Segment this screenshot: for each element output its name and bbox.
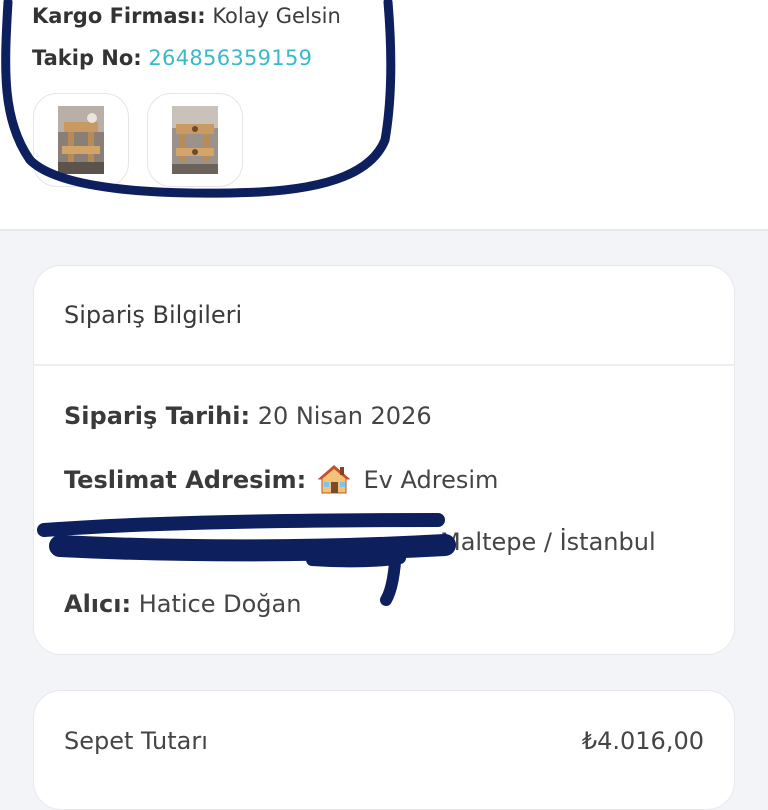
recipient-value: Hatice Doğan [138, 590, 302, 618]
section-divider [0, 229, 768, 231]
basket-total-row: Sepet Tutarı ₺4.016,00 [64, 727, 704, 755]
product-image-1 [58, 106, 104, 174]
address-line: Maltepe / İstanbul [440, 528, 656, 556]
address-line-text: Maltepe / İstanbul [440, 528, 656, 556]
order-info-card: Sipariş Bilgileri Sipariş Tarihi: 20 Nis… [33, 265, 735, 655]
recipient-row: Alıcı: Hatice Doğan [64, 590, 301, 618]
product-thumbnail-2[interactable] [147, 93, 243, 187]
product-thumbnail-1[interactable] [33, 93, 129, 187]
carrier-label: Kargo Firması: [32, 4, 206, 28]
product-image-2 [172, 106, 218, 174]
order-summary-card: Sepet Tutarı ₺4.016,00 [33, 690, 735, 810]
delivery-address-label: Teslimat Adresim: [64, 466, 307, 494]
tracking-label: Takip No: [32, 46, 142, 70]
shipment-section: Kargo Firması: Kolay Gelsin Takip No: 26… [0, 0, 768, 230]
order-info-title: Sipariş Bilgileri [34, 266, 734, 366]
order-date-value: 20 Nisan 2026 [257, 402, 432, 430]
delivery-address-name: Ev Adresim [363, 466, 499, 494]
order-date-row: Sipariş Tarihi: 20 Nisan 2026 [64, 402, 432, 430]
house-icon [317, 464, 351, 500]
basket-total-label: Sepet Tutarı [64, 727, 208, 755]
recipient-label: Alıcı: [64, 590, 132, 618]
delivery-address-row: Teslimat Adresim: Ev Adresim [64, 464, 498, 500]
carrier-row: Kargo Firması: Kolay Gelsin [32, 4, 341, 28]
order-date-label: Sipariş Tarihi: [64, 402, 251, 430]
tracking-number-link[interactable]: 264856359159 [148, 46, 312, 70]
basket-total-value: ₺4.016,00 [581, 727, 704, 755]
carrier-value: Kolay Gelsin [212, 4, 341, 28]
tracking-row: Takip No: 264856359159 [32, 46, 312, 70]
